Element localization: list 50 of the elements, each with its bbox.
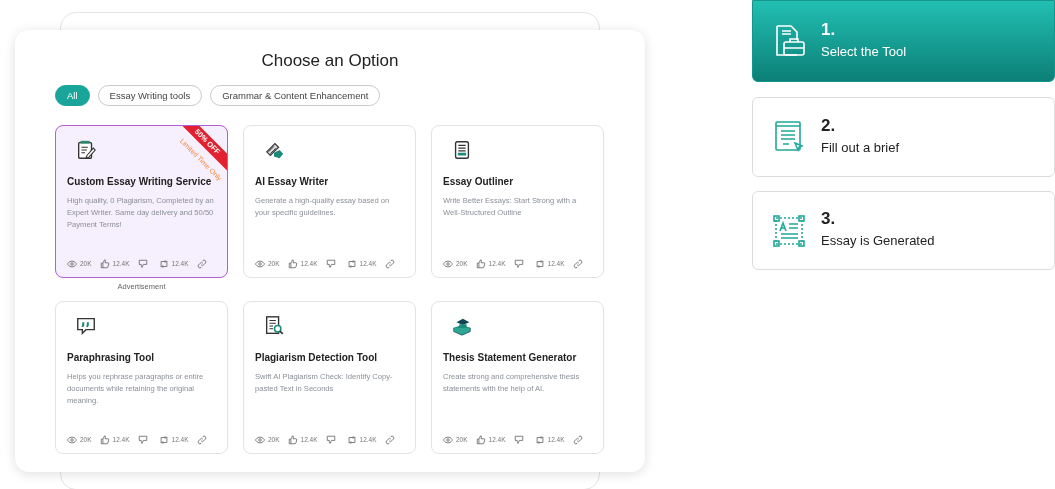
thumbs-up-icon <box>287 258 298 269</box>
link-icon <box>572 258 583 269</box>
step-number: 1. <box>821 20 837 38</box>
eye-icon <box>443 258 453 269</box>
tool-title: Plagiarism Detection Tool <box>255 350 379 365</box>
link-icon <box>196 434 207 445</box>
thumbs-down-icon <box>325 434 336 445</box>
step-number: 3. <box>821 210 837 228</box>
notepad-icon <box>75 138 97 161</box>
thumbs-down-icon <box>513 258 524 269</box>
document-search-icon <box>263 314 285 337</box>
step-card[interactable]: 2. Fill out a brief <box>752 97 1055 177</box>
step-number: 2. <box>821 116 837 134</box>
thumbs-up-icon <box>287 434 298 445</box>
thumbs-down-icon <box>325 258 336 269</box>
thumbs-up-icon <box>99 434 110 445</box>
link-icon <box>196 258 207 269</box>
thumbs-down-icon <box>137 434 148 445</box>
link-icon <box>572 434 583 445</box>
thumbs-up-icon <box>99 258 110 269</box>
link-icon <box>384 434 395 445</box>
text-frame-icon <box>771 212 807 249</box>
eye-icon <box>67 434 77 445</box>
eye-icon <box>443 434 453 445</box>
thumbs-up-icon <box>475 434 486 445</box>
thumbs-up-icon <box>475 258 486 269</box>
repost-icon <box>534 258 545 269</box>
tool-title: AI Essay Writer <box>255 174 330 189</box>
eye-icon <box>67 258 77 269</box>
thumbs-down-icon <box>513 434 524 445</box>
filter-tab[interactable]: Essay Writing tools <box>97 84 203 106</box>
eye-icon <box>255 434 265 445</box>
panel-title: Choose an Option <box>260 50 400 72</box>
link-icon <box>384 258 395 269</box>
step-label: Essay is Generated <box>821 232 935 251</box>
thumbs-down-icon <box>137 258 148 269</box>
repost-icon <box>158 434 169 445</box>
repost-icon <box>534 434 545 445</box>
repost-icon <box>346 258 357 269</box>
tool-title: Essay Outliner <box>443 174 515 189</box>
eye-icon <box>255 258 265 269</box>
tool-title: Paraphrasing Tool <box>67 350 156 365</box>
filter-tab[interactable]: Grammar & Content Enhancement <box>210 84 381 106</box>
step-label: Fill out a brief <box>821 138 900 157</box>
repost-icon <box>158 258 169 269</box>
step-card[interactable]: 1. Select the Tool <box>752 0 1055 82</box>
step-label: Select the Tool <box>821 42 907 61</box>
step-card[interactable]: 3. Essay is Generated <box>752 191 1055 270</box>
repost-icon <box>346 434 357 445</box>
tool-title: Thesis Statement Generator <box>443 350 578 365</box>
